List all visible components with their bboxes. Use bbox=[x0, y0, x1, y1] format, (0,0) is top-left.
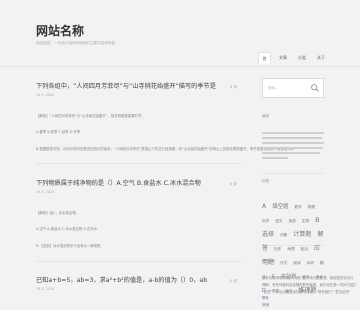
qq-text-line: “处理”，并给出最合适的解决方案，“联系我们”“意见反馈” bbox=[262, 290, 351, 294]
qq-text-line: 联系 bbox=[262, 295, 269, 300]
recent-text-placeholder bbox=[262, 157, 288, 159]
post-comment-count[interactable]: 0 评 bbox=[230, 279, 237, 284]
post-date: 19 3, 2020 bbox=[36, 93, 55, 97]
tag-link[interactable]: 其他 bbox=[262, 303, 269, 307]
nav-item-articles[interactable]: 文章 bbox=[276, 52, 290, 64]
qq-widget-title: 联系QQ bbox=[262, 259, 275, 263]
site-title[interactable]: 网站名称 bbox=[36, 22, 84, 39]
recent-text-placeholder bbox=[262, 132, 324, 134]
post-title[interactable]: 下列物质属于纯净物的是（）A.空气 B.食盐水 C.冰水混合物 bbox=[36, 178, 240, 187]
tag-link[interactable]: 生物 bbox=[302, 219, 309, 223]
search-input[interactable]: 搜索... bbox=[268, 86, 279, 91]
post-excerpt-line: 【解析】选C，冰水混合物。 bbox=[36, 211, 80, 215]
tag-link[interactable]: 选择 bbox=[262, 231, 274, 238]
post-comment-count[interactable]: 0 评 bbox=[230, 182, 237, 187]
post-date: 19 3, 2020 bbox=[36, 287, 55, 291]
post-excerpt-line: B.【答案】冰水混合物中只含有水一种物质。 bbox=[36, 244, 104, 248]
post-title[interactable]: 已知a+b=5，ab=3，求a²+b²的值是，a-b的值为（）0，ab bbox=[36, 275, 240, 284]
tag-link[interactable]: B bbox=[315, 216, 319, 224]
post-excerpt-line: 【解析】“人间四月芳菲尽”与“山寺桃花始盛开”，描写的都是暮春时节。 bbox=[36, 114, 145, 118]
widget-divider bbox=[262, 173, 324, 174]
post-card: 下列各组中，“人间四月芳菲尽”与“山寺桃花始盛开”描写的季节是 19 3, 20… bbox=[36, 81, 296, 151]
post-excerpt-line: A.春季 B.夏季 C.秋季 D.冬季 bbox=[36, 130, 81, 134]
post-card: 下列物质属于纯净物的是（）A.空气 B.食盐水 C.冰水混合物 19 3, 20… bbox=[36, 178, 240, 248]
post-excerpt-line: B.根据题意可知，诗句中描写的是农历四月的景色，“人间四月芳菲尽”是指山下的花已… bbox=[36, 147, 297, 151]
tag-link[interactable]: 政治 bbox=[301, 247, 308, 251]
post-title[interactable]: 下列各组中，“人间四月芳菲尽”与“山寺桃花始盛开”描写的季节是 bbox=[36, 81, 240, 90]
post-divider bbox=[36, 261, 242, 262]
qq-text-line: 如有问题请联系我们，我们会尽快为您处理，感谢您的支持与 bbox=[262, 276, 354, 280]
post-card: 已知a+b=5，ab=3，求a²+b²的值是，a-b的值为（）0，ab 19 3… bbox=[36, 275, 240, 291]
nav-item-about[interactable]: 关于 bbox=[314, 52, 328, 64]
tag-link[interactable]: 诗词 bbox=[307, 261, 314, 265]
tag-link[interactable]: 数学 bbox=[294, 205, 301, 209]
tag-link[interactable]: 历史 bbox=[274, 247, 281, 251]
recent-text-placeholder bbox=[262, 137, 322, 139]
site-tagline: 网站描述，一句话介绍你的网站的主要内容和特色 bbox=[36, 41, 116, 45]
tag-link[interactable]: 计算题 bbox=[293, 231, 311, 238]
tag-link[interactable]: 判断 bbox=[280, 233, 287, 237]
search-icon[interactable] bbox=[310, 83, 320, 93]
tag-link[interactable]: 填空题 bbox=[272, 204, 288, 210]
tag-link[interactable]: 英语 bbox=[289, 219, 296, 223]
post-excerpt-line: A.空气 B.食盐水 C.冰水混合物 D.石灰水 bbox=[36, 227, 98, 231]
post-date: 19 3, 2020 bbox=[36, 190, 55, 194]
qq-text-line: 理解，有任何疑问欢迎随时联系客服，我们将在第一时间“回复” bbox=[262, 283, 358, 287]
recent-text-placeholder bbox=[262, 147, 323, 149]
tag-link[interactable]: A bbox=[262, 203, 266, 210]
tag-link[interactable]: 地理 bbox=[287, 247, 294, 251]
tag-link[interactable]: 作文 bbox=[280, 261, 287, 265]
main-nav: 首 文章 分类 关于 bbox=[258, 52, 330, 64]
nav-item-home[interactable]: 首 bbox=[258, 52, 271, 64]
search-box[interactable]: 搜索... bbox=[262, 78, 324, 98]
post-comment-count[interactable]: 0 评 bbox=[230, 85, 237, 90]
tag-link[interactable]: 物理 bbox=[308, 205, 315, 209]
recent-text-placeholder bbox=[262, 152, 320, 154]
tag-link[interactable]: 化学 bbox=[262, 219, 269, 223]
recent-text-placeholder bbox=[262, 142, 324, 144]
recent-widget-title: 最新 bbox=[262, 114, 270, 118]
tags-widget-title: 标签 bbox=[262, 179, 270, 183]
nav-item-categories[interactable]: 分类 bbox=[295, 52, 309, 64]
post-divider bbox=[36, 163, 242, 164]
tag-link[interactable]: 阅读 bbox=[293, 261, 300, 265]
qq-contact-link[interactable]: 联系 bbox=[262, 296, 269, 300]
tag-link[interactable]: 语文 bbox=[275, 219, 282, 223]
nav-divider bbox=[0, 66, 360, 67]
